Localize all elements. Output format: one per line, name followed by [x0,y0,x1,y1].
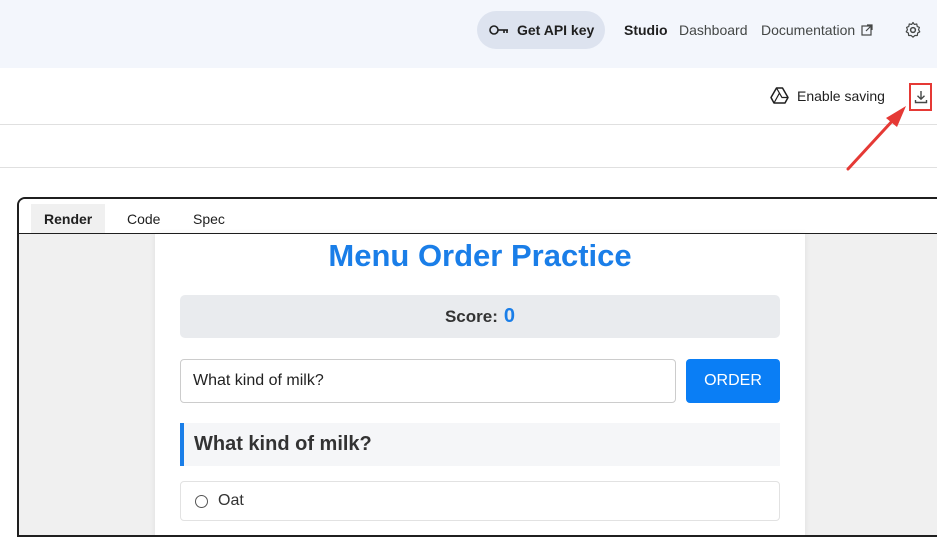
radio-button[interactable] [195,494,208,508]
nav-studio[interactable]: Studio [624,22,668,38]
download-button[interactable] [909,83,932,111]
score-label: Score: [444,306,498,326]
option-label: Oat [218,492,244,509]
order-button[interactable]: ORDER [686,359,780,403]
gear-icon[interactable] [904,21,922,39]
preview-panel: Render Code Spec Menu Order Practice Sco… [17,197,937,537]
app-card: Menu Order Practice Score: 0 ORDER What … [155,234,805,535]
tab-spec[interactable]: Spec [180,204,238,233]
nav-documentation[interactable]: Documentation [761,22,873,38]
top-bar: Get API key Studio Dashboard Documentati… [0,0,937,68]
enable-saving-label: Enable saving [797,87,885,104]
enable-saving-button[interactable]: Enable saving [770,87,885,104]
tab-render[interactable]: Render [31,204,106,233]
get-api-key-label: Get API key [517,22,595,38]
external-link-icon [861,24,873,36]
preview-tabs: Render Code Spec [19,199,937,234]
nav-dashboard[interactable]: Dashboard [679,22,748,38]
prompt-band [0,125,937,168]
score-box: Score: 0 [180,295,780,338]
app-title: Menu Order Practice [328,238,632,273]
order-input[interactable] [180,359,676,403]
key-icon [489,25,508,35]
tab-code[interactable]: Code [114,204,173,233]
nav-documentation-label: Documentation [761,22,856,38]
question-heading: What kind of milk? [180,423,780,466]
option-oat[interactable]: Oat [180,481,780,521]
toolbar: Enable saving [0,68,937,125]
download-icon [914,91,927,104]
get-api-key-button[interactable]: Get API key [477,11,605,49]
drive-icon [770,87,789,104]
score-value: 0 [503,305,516,327]
